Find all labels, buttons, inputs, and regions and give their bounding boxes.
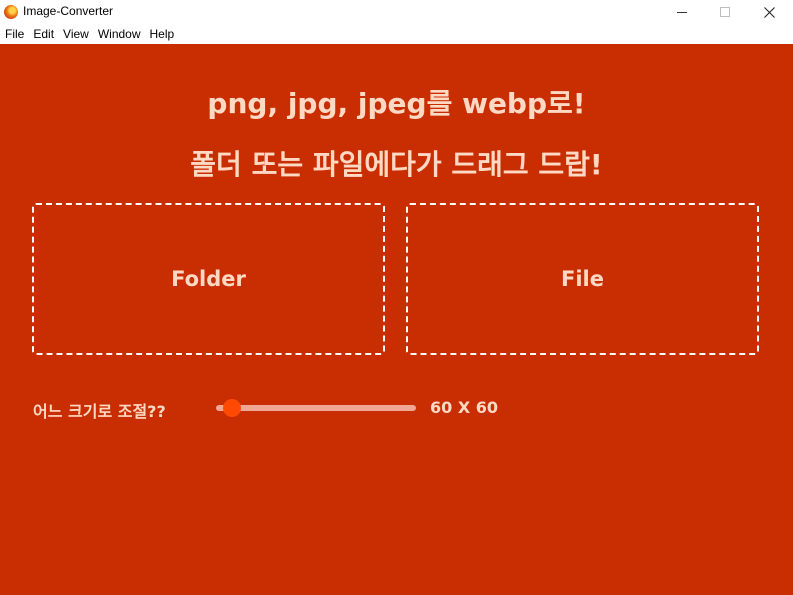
close-button[interactable] <box>747 0 791 24</box>
menu-file[interactable]: File <box>1 24 28 44</box>
resize-row: 어느 크기로 조절?? 60 X 60 <box>0 394 793 424</box>
file-drop-zone[interactable]: File <box>406 203 759 355</box>
menu-edit[interactable]: Edit <box>29 24 58 44</box>
menu-bar: File Edit View Window Help <box>0 24 793 44</box>
headline-formats: png, jpg, jpeg를 webp로! <box>207 87 586 120</box>
app-icon <box>4 5 18 19</box>
folder-drop-zone[interactable]: Folder <box>32 203 385 355</box>
minimize-button[interactable] <box>660 0 704 24</box>
menu-help[interactable]: Help <box>146 24 179 44</box>
window-title: Image-Converter <box>23 4 114 18</box>
slider-thumb[interactable] <box>223 399 241 417</box>
menu-view[interactable]: View <box>59 24 93 44</box>
folder-drop-label: Folder <box>171 267 246 291</box>
size-readout: 60 X 60 <box>430 398 499 417</box>
headline-instruction: 폴더 또는 파일에다가 드래그 드랍! <box>190 148 603 181</box>
minimize-icon <box>677 11 687 13</box>
slider-track[interactable] <box>216 405 416 411</box>
close-icon <box>763 6 775 18</box>
maximize-button[interactable] <box>703 0 747 24</box>
app-window: Image-Converter File Edit View Window He… <box>0 0 793 595</box>
main-content: png, jpg, jpeg를 webp로! 폴더 또는 파일에다가 드래그 드… <box>0 44 793 595</box>
title-bar[interactable]: Image-Converter <box>0 0 793 24</box>
size-slider[interactable] <box>216 399 416 417</box>
resize-label: 어느 크기로 조절?? <box>33 402 166 421</box>
maximize-icon <box>720 7 730 17</box>
file-drop-label: File <box>561 267 604 291</box>
menu-window[interactable]: Window <box>94 24 145 44</box>
